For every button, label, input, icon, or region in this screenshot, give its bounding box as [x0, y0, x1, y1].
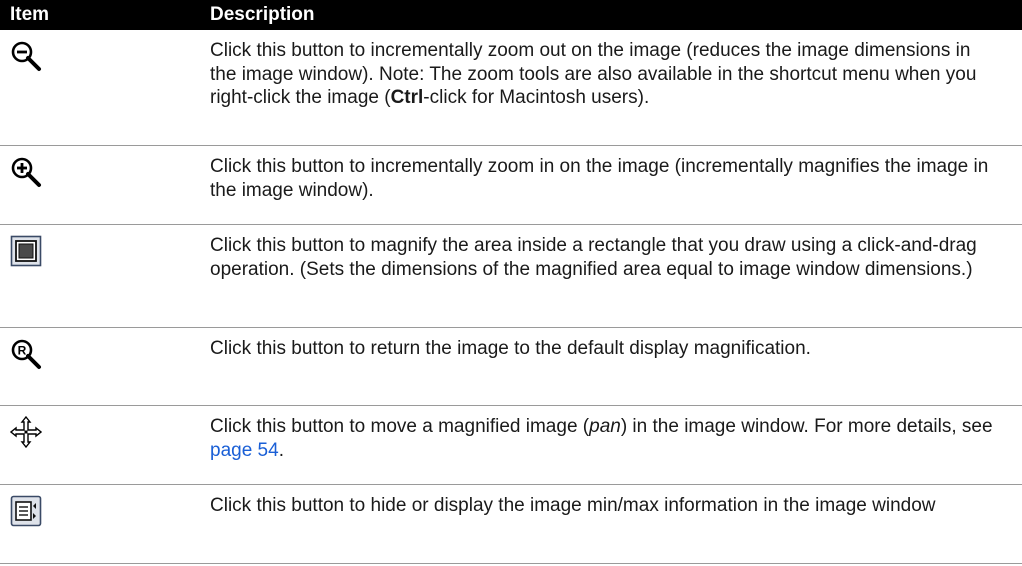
min-max-info-icon[interactable]: [10, 495, 210, 527]
ctrl-key-label: Ctrl: [390, 87, 424, 108]
item-description-table: Item Description Click this button to in…: [0, 0, 1022, 564]
zoom-in-icon[interactable]: [10, 156, 210, 188]
header-item: Item: [10, 4, 50, 25]
table-row: Click this button to magnify the area in…: [0, 225, 1022, 328]
description-cell: Click this button to incrementally zoom …: [210, 40, 977, 108]
table-row: Click this button to hide or display the…: [0, 485, 1022, 564]
table-row: Click this button to move a magnified im…: [0, 406, 1022, 485]
page-54-link[interactable]: page 54: [210, 440, 279, 461]
description-cell: Click this button to magnify the area in…: [210, 235, 977, 280]
description-cell: Click this button to hide or display the…: [210, 495, 936, 516]
table-row: R Click this button to return the image …: [0, 328, 1022, 406]
zoom-out-icon[interactable]: [10, 40, 210, 72]
description-cell: Click this button to return the image to…: [210, 338, 811, 359]
description-cell: Click this button to incrementally zoom …: [210, 156, 989, 201]
table-row: Click this button to incrementally zoom …: [0, 146, 1022, 225]
svg-text:R: R: [18, 344, 27, 358]
table-row: Click this button to incrementally zoom …: [0, 30, 1022, 146]
pan-term: pan: [589, 416, 621, 437]
zoom-area-icon[interactable]: [10, 235, 210, 267]
pan-icon[interactable]: [10, 416, 210, 448]
description-cell: Click this button to move a magnified im…: [210, 416, 993, 461]
table-header: Item Description: [0, 0, 1022, 30]
zoom-reset-icon[interactable]: R: [10, 338, 210, 370]
header-description: Description: [210, 4, 315, 25]
